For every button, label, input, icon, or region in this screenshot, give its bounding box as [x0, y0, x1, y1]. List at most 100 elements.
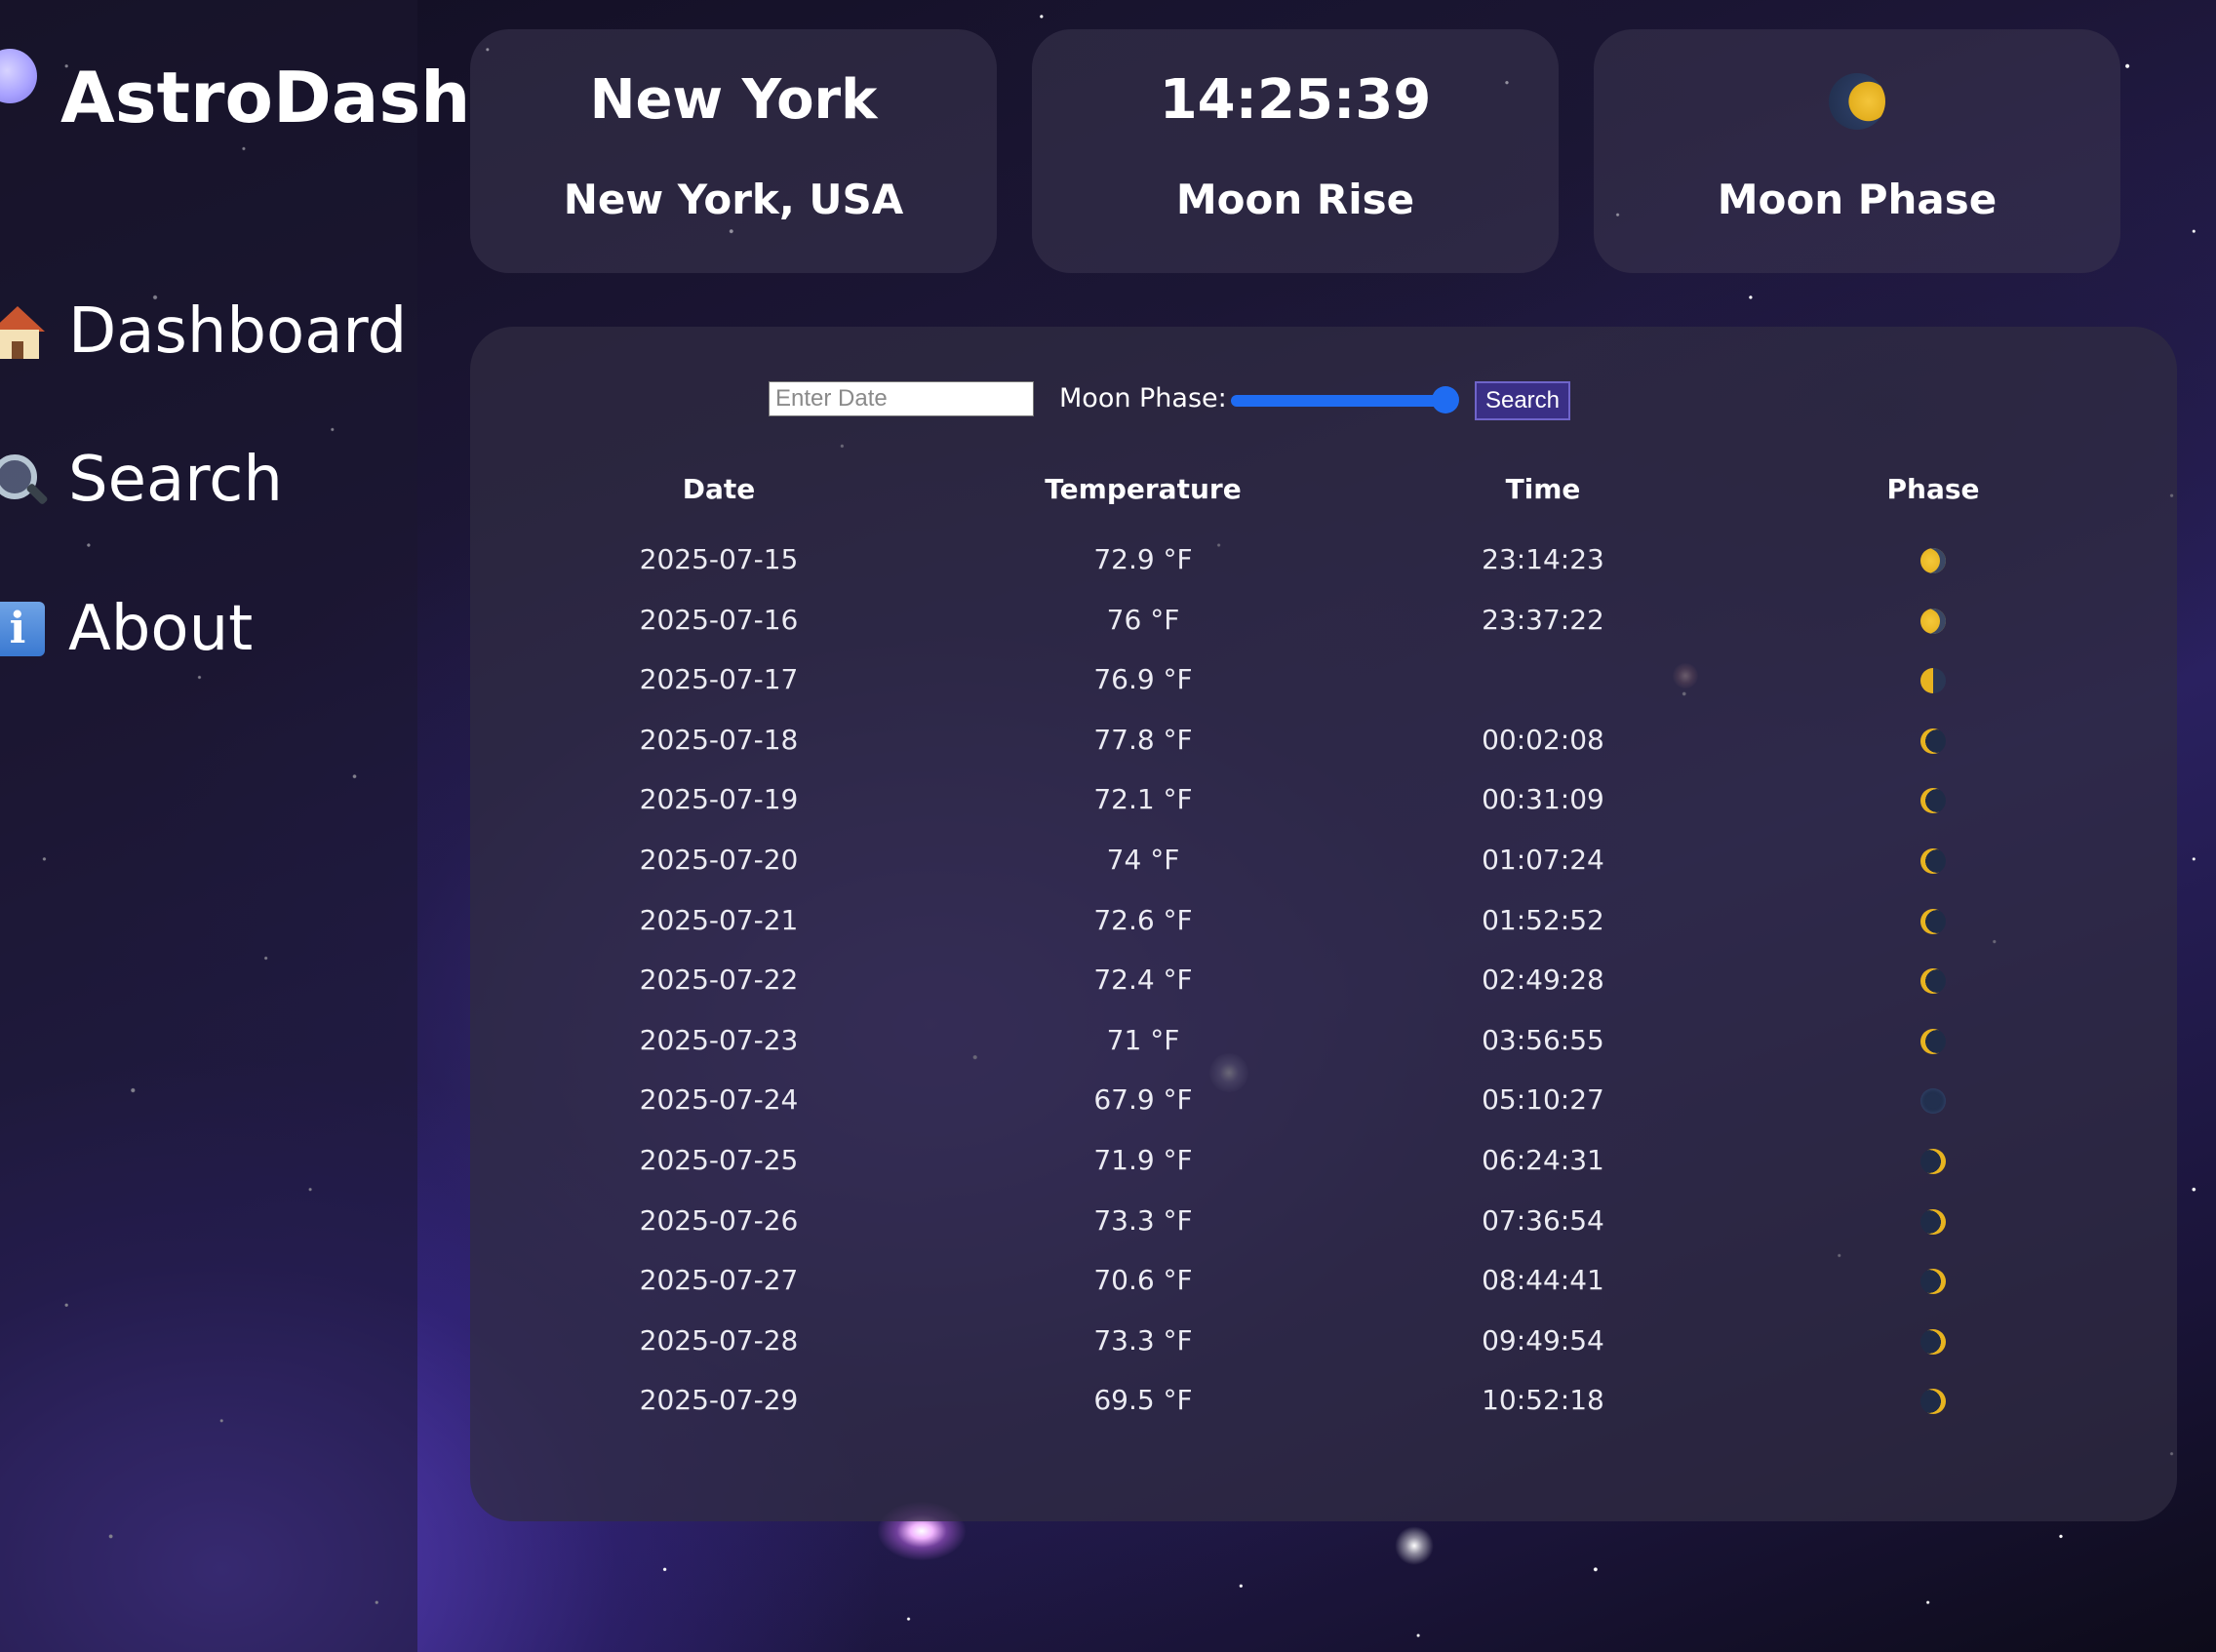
- moon-phase-icon: [1920, 1028, 1946, 1054]
- glow-star: [1395, 1526, 1434, 1565]
- cell-temperature: 71.9 °F: [1093, 1144, 1193, 1176]
- table-row: 2025-07-25 71.9 °F 06:24:31: [470, 1144, 2177, 1200]
- cell-date: 2025-07-21: [639, 903, 799, 936]
- cell-temperature: 77.8 °F: [1093, 723, 1193, 756]
- magnifier-icon: [0, 452, 49, 507]
- cell-time: 03:56:55: [1482, 1023, 1604, 1056]
- cell-time: 06:24:31: [1482, 1144, 1604, 1176]
- moon-phase-icon: [1920, 548, 1946, 573]
- cell-temperature: 67.9 °F: [1093, 1083, 1193, 1117]
- cell-temperature: 73.3 °F: [1093, 1203, 1193, 1237]
- cell-phase: [1811, 1264, 2055, 1296]
- cell-temperature: 71 °F: [1106, 1023, 1180, 1056]
- moon-phase-label: Moon Phase: [1717, 176, 1998, 223]
- moon-phase-icon: [1920, 668, 1946, 694]
- cell-temperature: 76.9 °F: [1093, 663, 1193, 696]
- cell-date: 2025-07-20: [639, 844, 799, 876]
- cell-phase: [1811, 1204, 2055, 1237]
- house-icon: [0, 306, 45, 359]
- cell-date: 2025-07-29: [639, 1384, 799, 1417]
- cell-date: 2025-07-19: [639, 783, 799, 816]
- cell-date: 2025-07-28: [639, 1323, 799, 1357]
- city-region: New York, USA: [563, 176, 904, 223]
- cell-time: 01:52:52: [1482, 903, 1604, 936]
- table-row: 2025-07-15 72.9 °F 23:14:23: [470, 543, 2177, 600]
- moon-phase-icon: [1920, 848, 1946, 874]
- moon-phase-icon: [1920, 1269, 1946, 1295]
- cell-temperature: 73.3 °F: [1093, 1323, 1193, 1357]
- cell-phase: [1811, 1024, 2055, 1056]
- cell-temperature: 72.4 °F: [1093, 964, 1193, 997]
- table-row: 2025-07-21 72.6 °F 01:52:52: [470, 904, 2177, 961]
- cell-temperature: 72.1 °F: [1093, 783, 1193, 816]
- moon-phase-icon: [1920, 728, 1946, 754]
- column-header-temperature: Temperature: [1045, 473, 1242, 505]
- cell-phase: [1811, 904, 2055, 936]
- cell-temperature: 74 °F: [1106, 844, 1180, 876]
- moon-data-panel: Moon Phase: Search Date Temperature Time…: [470, 327, 2177, 1521]
- column-header-time: Time: [1505, 473, 1581, 505]
- sidebar: AstroDash Dashboard Search i About: [0, 0, 470, 1652]
- table-row: 2025-07-19 72.1 °F 00:31:09: [470, 783, 2177, 840]
- cell-time: 23:14:23: [1482, 543, 1604, 575]
- cell-phase: [1811, 663, 2055, 695]
- search-controls: Moon Phase: Search: [769, 381, 1646, 420]
- sidebar-item-label: Dashboard: [68, 295, 408, 368]
- column-header-date: Date: [682, 473, 756, 505]
- moon-phase-icon: [1920, 1088, 1946, 1115]
- cell-phase: [1811, 783, 2055, 815]
- cell-date: 2025-07-15: [639, 543, 799, 575]
- table-row: 2025-07-26 73.3 °F 07:36:54: [470, 1204, 2177, 1261]
- moon-phase-icon: [1920, 1208, 1946, 1235]
- table-row: 2025-07-16 76 °F 23:37:22: [470, 604, 2177, 660]
- slider-thumb[interactable]: [1432, 386, 1459, 413]
- cell-phase: [1811, 1144, 2055, 1176]
- cell-time: 05:10:27: [1482, 1083, 1604, 1117]
- column-header-phase: Phase: [1886, 473, 1980, 505]
- table-row: 2025-07-22 72.4 °F 02:49:28: [470, 964, 2177, 1020]
- date-input[interactable]: [769, 381, 1034, 416]
- slider-track: [1231, 395, 1455, 407]
- cell-time: 10:52:18: [1482, 1384, 1604, 1417]
- cell-phase: [1811, 604, 2055, 636]
- moonrise-card: 14:25:39 Moon Rise: [1032, 29, 1559, 273]
- moon-phase-icon: [1829, 73, 1885, 130]
- table-row: 2025-07-27 70.6 °F 08:44:41: [470, 1264, 2177, 1320]
- table-row: 2025-07-29 69.5 °F 10:52:18: [470, 1384, 2177, 1440]
- cell-time: 01:07:24: [1482, 844, 1604, 876]
- cell-time: 07:36:54: [1482, 1203, 1604, 1237]
- cell-temperature: 69.5 °F: [1093, 1384, 1193, 1417]
- search-button[interactable]: Search: [1475, 381, 1570, 420]
- cell-time: 23:37:22: [1482, 603, 1604, 636]
- cell-date: 2025-07-22: [639, 964, 799, 997]
- table-row: 2025-07-20 74 °F 01:07:24: [470, 844, 2177, 900]
- cell-date: 2025-07-16: [639, 603, 799, 636]
- table-row: 2025-07-18 77.8 °F 00:02:08: [470, 724, 2177, 780]
- cell-date: 2025-07-25: [639, 1144, 799, 1176]
- cell-temperature: 72.6 °F: [1093, 903, 1193, 936]
- cell-date: 2025-07-24: [639, 1083, 799, 1117]
- moon-phase-slider[interactable]: [1231, 386, 1459, 413]
- cell-temperature: 70.6 °F: [1093, 1264, 1193, 1297]
- cell-phase: [1811, 1083, 2055, 1116]
- moon-phase-icon: [1920, 788, 1946, 814]
- cell-phase: [1811, 1324, 2055, 1357]
- cell-time: 02:49:28: [1482, 964, 1604, 997]
- cell-phase: [1811, 844, 2055, 876]
- cell-time: 00:02:08: [1482, 723, 1604, 756]
- sidebar-item-label: About: [68, 593, 254, 665]
- cell-date: 2025-07-17: [639, 663, 799, 696]
- moon-phase-icon: [1920, 968, 1946, 995]
- table-row: 2025-07-23 71 °F 03:56:55: [470, 1024, 2177, 1081]
- cell-phase: [1811, 543, 2055, 575]
- city-name: New York: [589, 68, 878, 132]
- moon-phase-icon: [1920, 608, 1946, 634]
- cell-date: 2025-07-18: [639, 723, 799, 756]
- info-icon: i: [0, 602, 45, 656]
- moon-phase-filter-label: Moon Phase:: [1059, 383, 1227, 413]
- moon-logo-icon: [0, 49, 37, 103]
- moon-phase-icon: [1920, 908, 1946, 934]
- app-title: AstroDash: [60, 57, 471, 138]
- cell-date: 2025-07-23: [639, 1023, 799, 1056]
- cell-phase: [1811, 1384, 2055, 1416]
